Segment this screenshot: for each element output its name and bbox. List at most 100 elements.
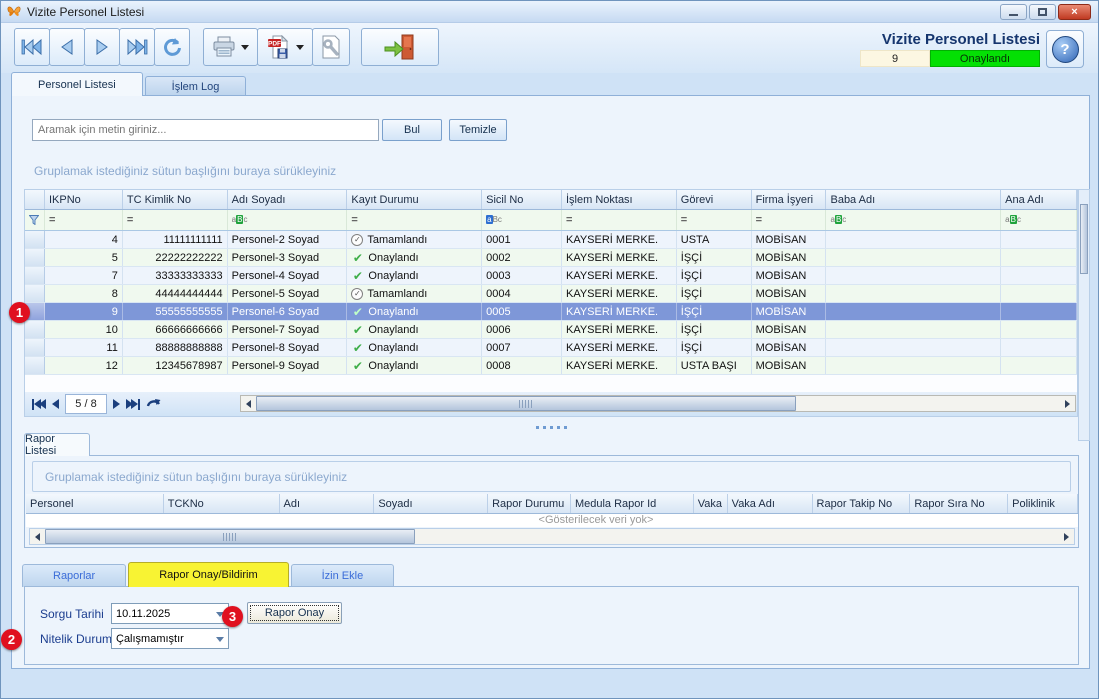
- column-header[interactable]: Rapor Sıra No: [910, 494, 1008, 513]
- filter-cell-kayit-durumu[interactable]: =: [347, 210, 482, 230]
- cell-tc-kimlik: 44444444444: [123, 285, 228, 302]
- column-header[interactable]: Ana Adı: [1001, 190, 1077, 209]
- column-header[interactable]: Görevi: [677, 190, 752, 209]
- column-header[interactable]: İşlem Noktası: [562, 190, 677, 209]
- pager-next-button[interactable]: [113, 399, 120, 409]
- cell-kayit-durumu: ✓ Tamamlandı: [347, 231, 482, 248]
- cell-adi-soyadi: Personel-7 Soyad: [228, 321, 348, 338]
- column-header[interactable]: Vaka Adı: [728, 494, 813, 513]
- filter-cell-adi-soyadi[interactable]: aBc: [228, 210, 348, 230]
- cell-sicil-no: 0006: [482, 321, 562, 338]
- cell-kayit-durumu: ✔ Onaylandı: [347, 339, 482, 356]
- filter-cell-baba-adi[interactable]: aBc: [826, 210, 1001, 230]
- horizontal-scrollbar[interactable]: [240, 395, 1076, 412]
- first-record-button[interactable]: [14, 28, 50, 66]
- tab-raporlar[interactable]: Raporlar: [22, 564, 126, 587]
- table-row[interactable]: 4 11111111111 Personel-2 Soyad ✓ Tamamla…: [25, 231, 1077, 249]
- close-button[interactable]: ×: [1058, 4, 1091, 20]
- funnel-icon[interactable]: [25, 210, 45, 230]
- filter-cell-sicil-no[interactable]: aBc: [482, 210, 562, 230]
- previous-record-button[interactable]: [49, 28, 85, 66]
- pager-refresh-button[interactable]: [146, 397, 162, 411]
- cell-kayit-durumu: ✓ Tamamlandı: [347, 285, 482, 302]
- column-header[interactable]: Adı: [280, 494, 375, 513]
- find-button[interactable]: Bul: [382, 119, 442, 141]
- filter-cell-ana-adi[interactable]: aBc: [1001, 210, 1077, 230]
- table-row[interactable]: 9 55555555555 Personel-6 Soyad ✔ Onaylan…: [25, 303, 1077, 321]
- table-row[interactable]: 11 88888888888 Personel-8 Soyad ✔ Onayla…: [25, 339, 1077, 357]
- print-preview-button[interactable]: [312, 28, 350, 66]
- column-header[interactable]: Soyadı: [374, 494, 488, 513]
- sorgu-tarihi-combo[interactable]: 10.11.2025: [111, 603, 229, 624]
- filter-cell-ikpno[interactable]: =: [45, 210, 123, 230]
- column-header[interactable]: Rapor Takip No: [813, 494, 911, 513]
- export-pdf-button[interactable]: PDF: [257, 28, 313, 66]
- butterfly-icon: [6, 4, 22, 19]
- column-header[interactable]: Firma İşyeri: [752, 190, 827, 209]
- column-header[interactable]: IKPNo: [45, 190, 123, 209]
- cell-tc-kimlik: 12345678987: [123, 357, 228, 374]
- filter-cell-tc[interactable]: =: [123, 210, 228, 230]
- rapor-onay-button[interactable]: Rapor Onay: [247, 602, 342, 624]
- column-header[interactable]: Baba Adı: [826, 190, 1001, 209]
- tab-rapor-onay-bildirim[interactable]: Rapor Onay/Bildirim: [128, 562, 288, 587]
- scroll-left-icon[interactable]: [30, 529, 45, 544]
- scrollbar-thumb[interactable]: [1080, 204, 1088, 274]
- cell-adi-soyadi: Personel-8 Soyad: [228, 339, 348, 356]
- print-dropdown-caret[interactable]: [241, 45, 249, 54]
- column-header[interactable]: Personel: [26, 494, 164, 513]
- column-header[interactable]: Rapor Durumu: [488, 494, 571, 513]
- tab-personel-listesi[interactable]: Personel Listesi: [11, 72, 143, 96]
- pdf-dropdown-caret[interactable]: [296, 45, 304, 54]
- scroll-right-icon[interactable]: [1060, 396, 1075, 411]
- scroll-right-icon[interactable]: [1059, 529, 1074, 544]
- vertical-scrollbar[interactable]: [1078, 189, 1090, 441]
- filter-cell-firma-isyeri[interactable]: =: [752, 210, 827, 230]
- column-header[interactable]: Vaka: [694, 494, 728, 513]
- column-header[interactable]: Sicil No: [482, 190, 562, 209]
- cell-kayit-durumu: ✔ Onaylandı: [347, 321, 482, 338]
- previous-record-icon: [58, 38, 76, 56]
- nitelik-durumu-combo[interactable]: Çalışmamıştır: [111, 628, 229, 649]
- table-row[interactable]: 7 33333333333 Personel-4 Soyad ✔ Onaylan…: [25, 267, 1077, 285]
- column-header[interactable]: TCKNo: [164, 494, 280, 513]
- cell-kayit-durumu: ✔ Onaylandı: [347, 249, 482, 266]
- next-record-button[interactable]: [84, 28, 120, 66]
- table-row[interactable]: 12 12345678987 Personel-9 Soyad ✔ Onayla…: [25, 357, 1077, 375]
- table-row[interactable]: 8 44444444444 Personel-5 Soyad ✓ Tamamla…: [25, 285, 1077, 303]
- refresh-button[interactable]: [154, 28, 190, 66]
- cell-adi-soyadi: Personel-3 Soyad: [228, 249, 348, 266]
- print-button[interactable]: [203, 28, 258, 66]
- scroll-left-icon[interactable]: [241, 396, 256, 411]
- equals-filter-icon: =: [756, 214, 762, 226]
- tab-islem-log[interactable]: İşlem Log: [145, 76, 247, 96]
- filter-cell-islem-noktasi[interactable]: =: [562, 210, 677, 230]
- scrollbar-thumb[interactable]: [256, 396, 796, 411]
- table-row[interactable]: 10 66666666666 Personel-7 Soyad ✔ Onayla…: [25, 321, 1077, 339]
- status-label: Onaylandı: [368, 252, 418, 264]
- pager-previous-button[interactable]: [52, 399, 59, 409]
- column-header[interactable]: Kayıt Durumu: [347, 190, 482, 209]
- filter-cell-gorevi[interactable]: =: [677, 210, 752, 230]
- maximize-button[interactable]: [1029, 4, 1056, 20]
- search-input[interactable]: [32, 119, 379, 141]
- pager-last-button[interactable]: [126, 399, 140, 410]
- clear-button[interactable]: Temizle: [449, 119, 507, 141]
- last-record-icon: [126, 38, 148, 56]
- column-header[interactable]: Poliklinik: [1008, 494, 1078, 513]
- scrollbar-thumb[interactable]: [45, 529, 415, 544]
- pager-first-button[interactable]: [32, 399, 46, 410]
- column-header[interactable]: Medula Rapor Id: [571, 494, 694, 513]
- status-check-icon: ✓: [351, 234, 363, 246]
- tab-izin-ekle[interactable]: İzin Ekle: [291, 564, 395, 587]
- exit-button[interactable]: [361, 28, 439, 66]
- column-header[interactable]: TC Kimlik No: [123, 190, 228, 209]
- table-row[interactable]: 5 22222222222 Personel-3 Soyad ✔ Onaylan…: [25, 249, 1077, 267]
- column-header[interactable]: Adı Soyadı: [228, 190, 348, 209]
- splitter-handle[interactable]: [24, 424, 1078, 431]
- help-button[interactable]: ?: [1046, 30, 1084, 68]
- last-record-button[interactable]: [119, 28, 155, 66]
- tab-rapor-listesi[interactable]: Rapor Listesi: [24, 433, 90, 456]
- minimize-button[interactable]: [1000, 4, 1027, 20]
- horizontal-scrollbar[interactable]: [29, 528, 1075, 545]
